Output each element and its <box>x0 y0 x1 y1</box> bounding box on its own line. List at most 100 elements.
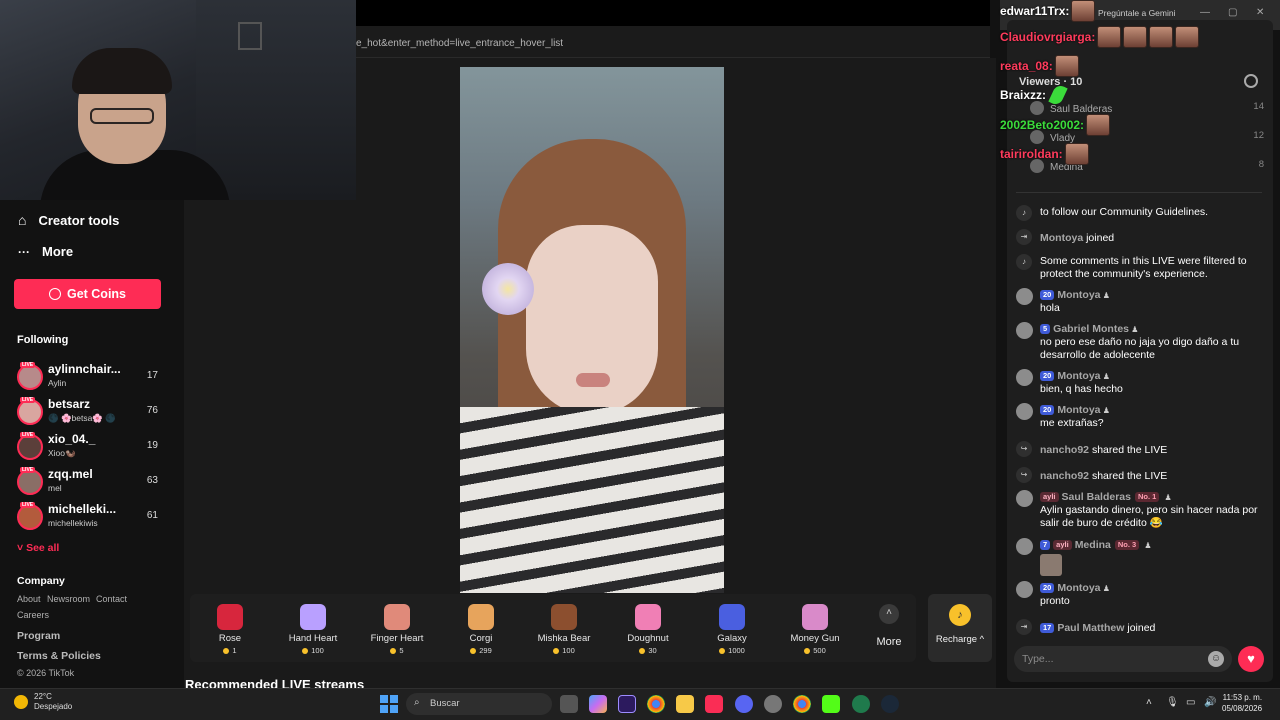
level-badge: 20 <box>1040 405 1055 415</box>
overlay-username: edwar11Trx: <box>1000 4 1070 18</box>
following-item[interactable]: LIVE michelleki... michellekiwis 61 <box>17 502 162 532</box>
gift-name: Doughnut <box>627 633 669 644</box>
chrome-icon[interactable] <box>647 695 665 713</box>
gift-price-value: 1 <box>232 646 237 655</box>
live-badge: LIVE <box>20 432 36 438</box>
task-view-icon[interactable] <box>560 695 578 713</box>
settings-gear-icon[interactable] <box>1244 74 1258 88</box>
rank-badge: No. 3 <box>1114 540 1140 550</box>
following-item[interactable]: LIVE zqq.mel mel 63 <box>17 467 162 497</box>
premiere-icon[interactable] <box>618 695 636 713</box>
viewer-count: 63 <box>146 475 158 486</box>
chat-header: 7 ayli Medina No. 3 ♟ <box>1040 539 1264 552</box>
comment-input[interactable] <box>1022 651 1202 667</box>
avatar[interactable] <box>1016 490 1033 507</box>
like-heart-button[interactable]: ♥ <box>1238 646 1264 672</box>
taskbar-search[interactable]: ⌕ Buscar <box>406 693 552 715</box>
music-icon[interactable] <box>705 695 723 713</box>
overlay-username: Claudiovrgiarga: <box>1000 30 1096 44</box>
gift-doughnut[interactable]: Doughnut 30 <box>606 596 690 655</box>
chat-body: 20 Montoya ♟ hola <box>1040 289 1264 315</box>
minimize-icon[interactable]: — <box>1200 7 1210 18</box>
chat-username[interactable]: Paul Matthew <box>1057 622 1124 634</box>
avatar[interactable] <box>1016 403 1033 420</box>
microphone-icon[interactable]: 🎙 <box>1166 697 1179 708</box>
gift-corgi[interactable]: Corgi 299 <box>439 596 523 655</box>
chat-username[interactable]: Montoya <box>1057 582 1100 594</box>
volume-icon[interactable]: 🔊 <box>1204 697 1216 708</box>
live-video[interactable] <box>460 67 724 593</box>
gemini-button[interactable]: Pregúntale a Gemini <box>1098 8 1176 18</box>
taskbar-clock[interactable]: 11:53 p. m. 05/08/2026 <box>1222 692 1262 714</box>
windows-start-icon[interactable] <box>380 695 398 713</box>
chat-text: me extrañas? <box>1040 417 1104 429</box>
about-link[interactable]: About <box>17 594 41 604</box>
chat-username[interactable]: nancho92 <box>1040 444 1089 456</box>
chat-username[interactable]: Montoya <box>1040 232 1083 244</box>
recharge-button[interactable]: ♪ Recharge ^ <box>928 594 992 662</box>
terms-link[interactable]: Terms & Policies <box>17 650 101 662</box>
gift-rose[interactable]: Rose 1 <box>188 596 272 655</box>
discord-icon[interactable] <box>735 695 753 713</box>
following-item[interactable]: LIVE aylinnchair... Aylin 17 <box>17 362 162 392</box>
gift-galaxy[interactable]: Galaxy 1000 <box>690 596 774 655</box>
following-sub: mel <box>48 483 62 493</box>
chat-username[interactable]: Montoya <box>1057 404 1100 416</box>
app-icon[interactable] <box>764 695 782 713</box>
avatar[interactable] <box>1016 538 1033 555</box>
see-all-link[interactable]: ˅ See all <box>17 542 59 554</box>
copilot-icon[interactable] <box>589 695 607 713</box>
newsroom-link[interactable]: Newsroom <box>47 594 90 604</box>
gift-hand-heart[interactable]: Hand Heart 100 <box>271 596 355 655</box>
gift-finger-heart[interactable]: Finger Heart 5 <box>355 596 439 655</box>
gift-money-gun[interactable]: Money Gun 500 <box>773 596 857 655</box>
chat-body: 5 Gabriel Montes ♟ no pero ese daño no jaj… <box>1040 323 1264 362</box>
network-icon[interactable]: ▭ <box>1186 697 1195 708</box>
creator-tools-icon: ⌂ <box>18 212 27 228</box>
network-app-icon[interactable] <box>852 695 870 713</box>
program-link[interactable]: Program <box>17 630 60 642</box>
chat-username[interactable]: nancho92 <box>1040 470 1089 482</box>
address-bar[interactable]: e_hot&enter_method=live_entrance_hover_l… <box>356 26 990 58</box>
clock-date: 05/08/2026 <box>1222 704 1263 713</box>
chrome-profile-icon[interactable] <box>793 695 811 713</box>
tray-chevron-icon[interactable]: ˄ <box>1146 697 1152 708</box>
viewer-row[interactable]: Saul Balderas 14 <box>1030 101 1264 115</box>
chat-text: bien, q has hecho <box>1040 383 1123 395</box>
avatar[interactable] <box>1016 322 1033 339</box>
avatar[interactable] <box>1016 581 1033 598</box>
chat-username[interactable]: Montoya <box>1057 289 1100 301</box>
chat-username[interactable]: Medina <box>1075 539 1111 551</box>
careers-link[interactable]: Careers <box>17 610 49 620</box>
steam-icon[interactable] <box>881 695 899 713</box>
file-explorer-icon[interactable] <box>676 695 694 713</box>
chat-header: 20 Montoya ♟ <box>1040 370 1264 383</box>
chat-username[interactable]: Gabriel Montes <box>1053 323 1129 335</box>
kick-icon[interactable] <box>822 695 840 713</box>
maximize-icon[interactable]: ▢ <box>1228 7 1237 18</box>
level-badge: 5 <box>1040 324 1051 334</box>
emoji-icon[interactable]: ☺ <box>1208 651 1224 667</box>
get-coins-button[interactable]: Get Coins <box>14 279 161 309</box>
moderator-icon: ♟ <box>1129 325 1139 334</box>
following-name: betsarz <box>48 397 91 411</box>
weather-widget[interactable]: 22°C Despejado <box>14 692 72 712</box>
gift-icon <box>217 604 243 630</box>
following-item[interactable]: LIVE betsarz 🌑 🌸betsa🌸 🌑 76 <box>17 397 162 427</box>
chat-text: hola <box>1040 302 1060 314</box>
more-gifts-button[interactable]: ˄ More <box>869 604 909 648</box>
close-icon[interactable]: ✕ <box>1256 7 1264 18</box>
chat-username[interactable]: Saul Balderas <box>1062 491 1131 503</box>
nav-more[interactable]: ··· More <box>18 244 73 259</box>
gift-mishka-bear[interactable]: Mishka Bear 100 <box>522 596 606 655</box>
share-icon: ↪ <box>1016 441 1032 457</box>
chat-username[interactable]: Montoya <box>1057 370 1100 382</box>
gift-price-value: 100 <box>311 646 324 655</box>
contact-link[interactable]: Contact <box>96 594 127 604</box>
system-text: Some comments in this LIVE were filtered… <box>1040 255 1247 280</box>
nav-creator-tools[interactable]: ⌂ Creator tools <box>18 212 119 228</box>
avatar[interactable] <box>1016 288 1033 305</box>
following-item[interactable]: LIVE xio_04._ Xioo🦦 19 <box>17 432 162 462</box>
avatar[interactable] <box>1016 369 1033 386</box>
live-badge: LIVE <box>20 397 36 403</box>
